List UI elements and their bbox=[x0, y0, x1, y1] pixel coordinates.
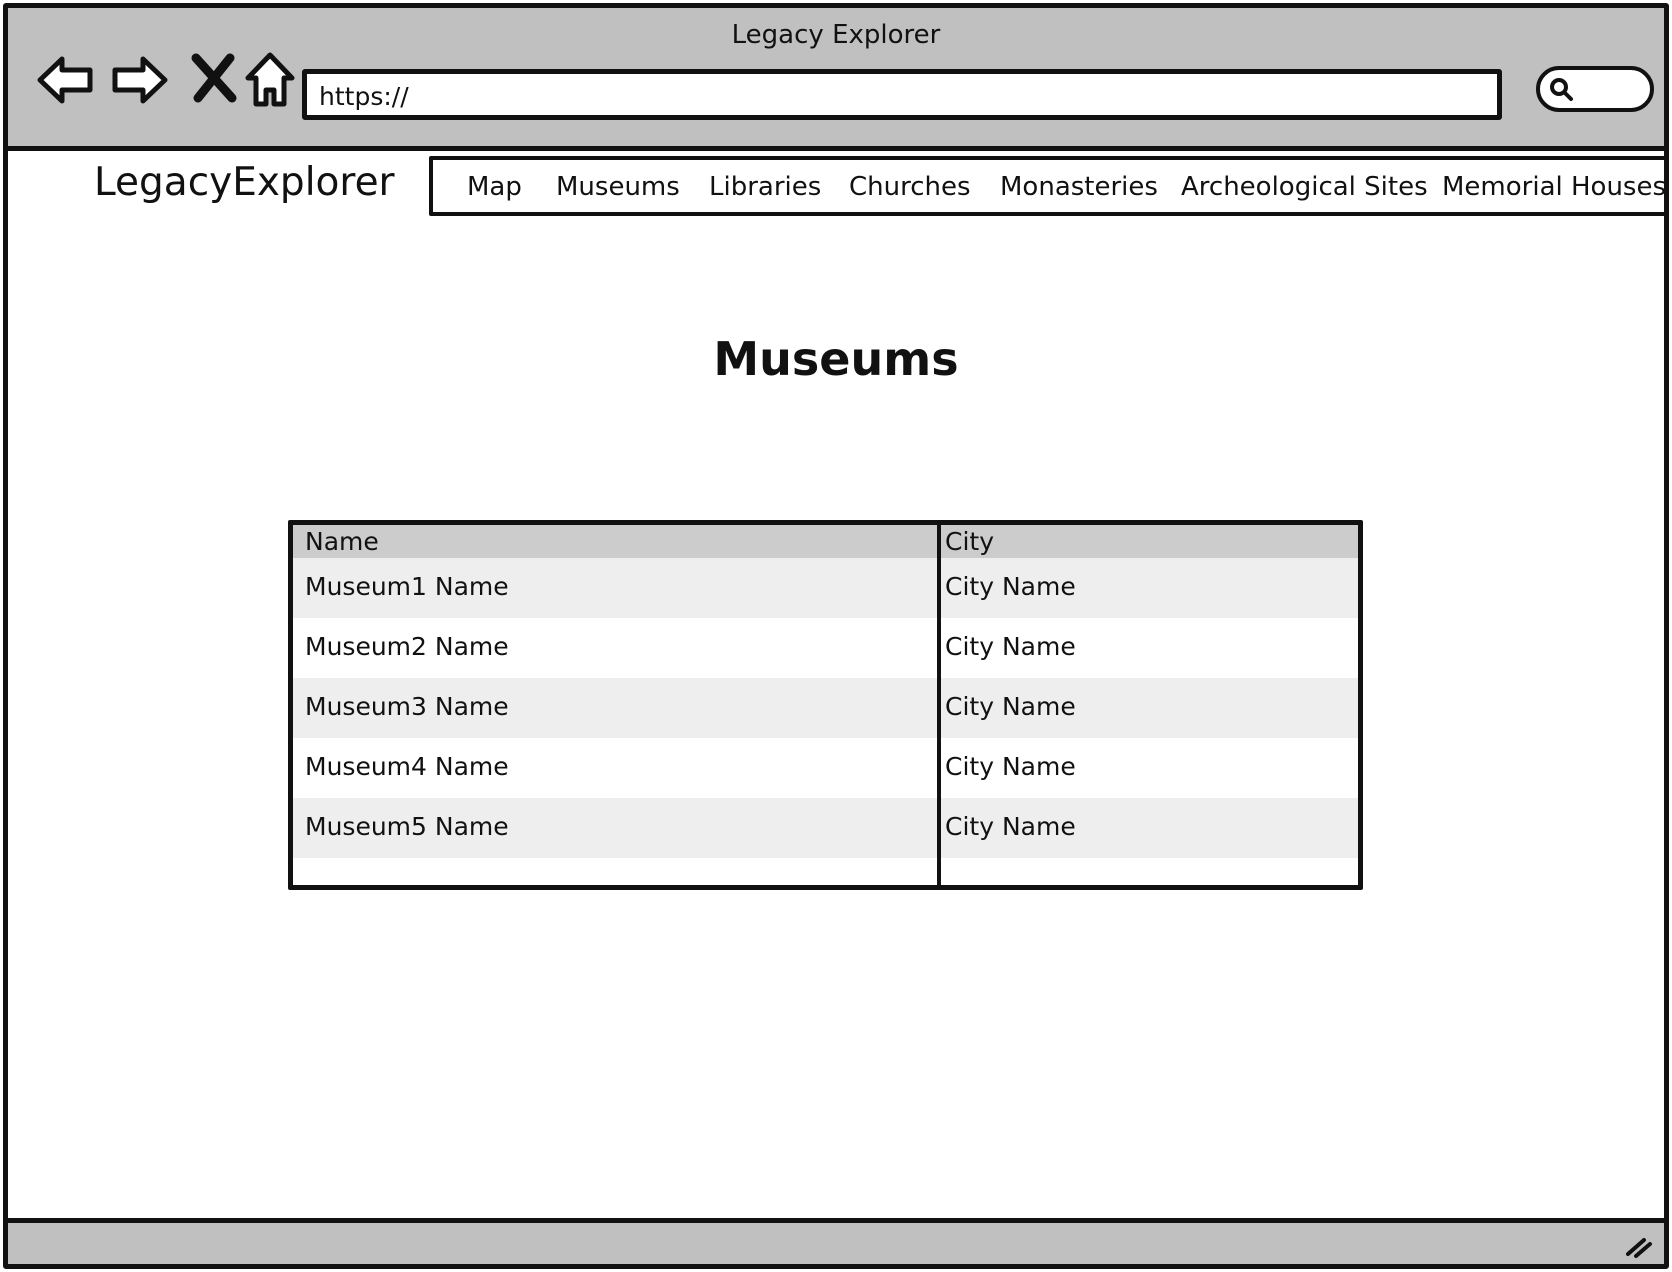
site-brand[interactable]: LegacyExplorer bbox=[94, 160, 395, 205]
table-row[interactable]: Museum1 Name City Name bbox=[293, 558, 1358, 618]
column-header-city[interactable]: City bbox=[945, 527, 994, 556]
city-cell: City Name bbox=[945, 632, 1076, 661]
home-button[interactable] bbox=[240, 50, 300, 110]
status-bar bbox=[8, 1218, 1664, 1264]
resize-grip[interactable] bbox=[1622, 1228, 1654, 1260]
nav-item-archeological-sites[interactable]: Archeological Sites bbox=[1181, 172, 1428, 202]
home-icon bbox=[245, 52, 295, 107]
url-text: https:// bbox=[319, 82, 409, 111]
stop-button[interactable] bbox=[184, 50, 244, 110]
city-cell: City Name bbox=[945, 692, 1076, 721]
museum-name-cell: Museum1 Name bbox=[305, 572, 509, 601]
nav-item-libraries[interactable]: Libraries bbox=[709, 172, 821, 202]
table-row[interactable]: Museum2 Name City Name bbox=[293, 618, 1358, 678]
search-icon bbox=[1550, 78, 1573, 101]
table-row[interactable]: Museum4 Name City Name bbox=[293, 738, 1358, 798]
window-title: Legacy Explorer bbox=[731, 20, 941, 50]
city-cell: City Name bbox=[945, 812, 1076, 841]
city-cell: City Name bbox=[945, 572, 1076, 601]
museum-name-cell: Museum5 Name bbox=[305, 812, 509, 841]
forward-arrow-icon bbox=[112, 56, 168, 104]
table-row[interactable]: Museum3 Name City Name bbox=[293, 678, 1358, 738]
browser-window: Legacy Explorer https:// LegacyExplorer … bbox=[3, 3, 1669, 1269]
close-icon bbox=[191, 53, 237, 103]
browser-chrome: Legacy Explorer https:// bbox=[8, 8, 1664, 151]
back-button[interactable] bbox=[36, 50, 96, 110]
museums-table: Name City Museum1 Name City Name Museum2… bbox=[288, 520, 1363, 890]
table-header-row: Name City bbox=[293, 525, 1358, 558]
museum-name-cell: Museum2 Name bbox=[305, 632, 509, 661]
column-header-name[interactable]: Name bbox=[305, 527, 379, 556]
address-bar[interactable]: https:// bbox=[302, 69, 1502, 120]
nav-item-memorial-houses[interactable]: Memorial Houses bbox=[1442, 172, 1664, 202]
browser-search-button[interactable] bbox=[1536, 66, 1654, 112]
forward-button[interactable] bbox=[109, 50, 169, 110]
main-navigation: Map Museums Libraries Churches Monasteri… bbox=[429, 156, 1664, 216]
column-divider bbox=[937, 525, 941, 885]
page-title: Museums bbox=[713, 332, 959, 386]
nav-item-churches[interactable]: Churches bbox=[849, 172, 971, 202]
nav-item-map[interactable]: Map bbox=[467, 172, 522, 202]
nav-item-monasteries[interactable]: Monasteries bbox=[1000, 172, 1158, 202]
museum-name-cell: Museum4 Name bbox=[305, 752, 509, 781]
table-row[interactable]: Museum5 Name City Name bbox=[293, 798, 1358, 858]
resize-grip-icon bbox=[1626, 1238, 1652, 1258]
nav-item-museums[interactable]: Museums bbox=[556, 172, 680, 202]
back-arrow-icon bbox=[37, 56, 93, 104]
museum-name-cell: Museum3 Name bbox=[305, 692, 509, 721]
city-cell: City Name bbox=[945, 752, 1076, 781]
